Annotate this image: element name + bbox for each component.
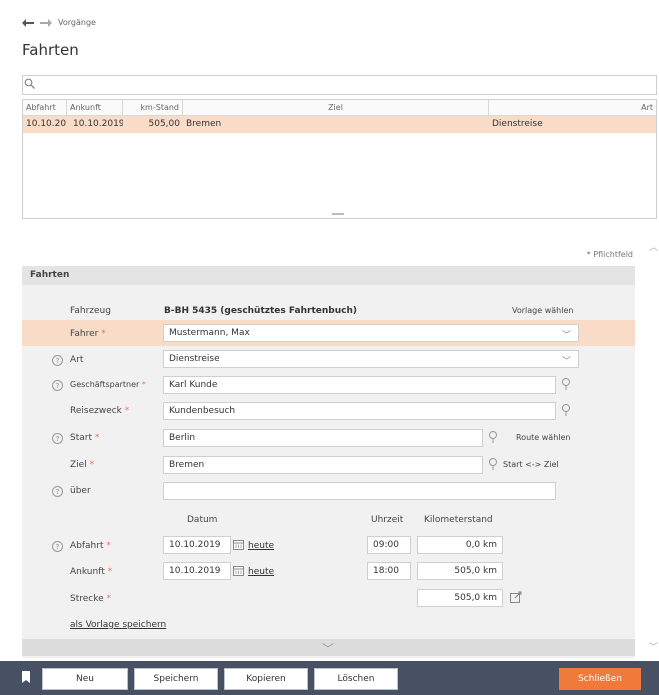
column-header-km-stand[interactable]: km-Stand — [123, 100, 183, 115]
help-icon[interactable]: ? — [52, 380, 63, 391]
uhrzeit-header: Uhrzeit — [371, 515, 404, 525]
vorlage-waehlen-link[interactable]: Vorlage wählen — [512, 306, 573, 315]
forward-arrow-icon[interactable] — [40, 18, 52, 27]
datum-header: Datum — [187, 515, 218, 525]
pin-icon[interactable] — [488, 430, 498, 447]
trips-table: Abfahrt Ankunft km-Stand Ziel Art 10.10.… — [22, 99, 657, 219]
reisezweck-label: Reisezweck * — [70, 406, 130, 416]
art-label: Art — [70, 355, 84, 365]
geschaeftspartner-input[interactable]: Karl Kunde — [163, 376, 556, 394]
cell-abfahrt: 10.10.2019 — [26, 119, 67, 129]
scroll-up-icon[interactable]: ︿ — [649, 240, 658, 253]
ueber-input[interactable] — [163, 482, 556, 500]
ankunft-heute-link[interactable]: heute — [248, 567, 274, 577]
table-row[interactable]: 10.10.2019 10.10.2019 505,00 Bremen Dien… — [23, 116, 656, 133]
help-icon[interactable]: ? — [52, 486, 63, 497]
fahrer-select[interactable]: Mustermann, Max — [163, 324, 579, 342]
resize-grip[interactable] — [332, 213, 344, 215]
column-header-art[interactable]: Art — [489, 100, 656, 115]
calendar-icon[interactable] — [233, 539, 244, 553]
cell-ziel: Bremen — [186, 119, 222, 129]
search-icon[interactable] — [24, 78, 35, 92]
chevron-down-icon[interactable]: ﹀ — [322, 640, 334, 657]
ankunft-date-input[interactable]: 10.10.2019 — [163, 562, 231, 580]
required-legend: * Pflichtfeld — [586, 250, 633, 259]
table-header: Abfahrt Ankunft km-Stand Ziel Art — [23, 100, 656, 116]
copy-button[interactable]: Kopieren — [224, 668, 308, 690]
form-panel-header — [22, 266, 635, 285]
fahrzeug-value: B-BH 5435 (geschütztes Fahrtenbuch) — [164, 306, 357, 316]
fahrer-label: Fahrer * — [70, 329, 106, 339]
route-waehlen-link[interactable]: Route wählen — [516, 433, 571, 442]
geschaeftspartner-label: Geschäftspartner * — [70, 380, 146, 389]
column-header-ankunft[interactable]: Ankunft — [67, 100, 123, 115]
ziel-input[interactable]: Bremen — [163, 456, 483, 474]
fahrzeug-label: Fahrzeug — [70, 306, 111, 316]
new-button[interactable]: Neu — [42, 668, 128, 690]
cell-km-stand: 505,00 — [148, 119, 181, 129]
bookmark-icon[interactable] — [22, 671, 30, 686]
help-icon[interactable]: ? — [52, 433, 63, 444]
abfahrt-heute-link[interactable]: heute — [248, 541, 274, 551]
kilometerstand-header: Kilometerstand — [424, 515, 493, 525]
abfahrt-km-input[interactable]: 0,0 km — [417, 536, 503, 554]
abfahrt-date-input[interactable]: 10.10.2019 — [163, 536, 231, 554]
cell-art: Dienstreise — [492, 119, 543, 129]
ankunft-label: Ankunft * — [70, 567, 113, 577]
chevron-down-icon[interactable]: ﹀ — [562, 354, 571, 367]
start-label: Start * — [70, 433, 100, 443]
pin-icon[interactable] — [488, 457, 498, 474]
swap-start-ziel-link[interactable]: Start <-> Ziel — [503, 460, 559, 469]
column-header-abfahrt[interactable]: Abfahrt — [23, 100, 67, 115]
scroll-down-icon[interactable]: ﹀ — [649, 640, 658, 653]
breadcrumb[interactable]: Vorgänge — [58, 18, 96, 27]
column-header-ziel[interactable]: Ziel — [183, 100, 489, 115]
strecke-label: Strecke * — [70, 594, 112, 604]
nav-bar: Vorgänge — [22, 18, 96, 27]
strecke-km-input[interactable]: 505,0 km — [417, 589, 503, 607]
art-select[interactable]: Dienstreise — [163, 350, 579, 368]
save-as-template-link[interactable]: als Vorlage speichern — [70, 620, 166, 630]
search-input[interactable] — [22, 75, 657, 95]
form-panel-title: Fahrten — [30, 270, 70, 280]
edit-icon[interactable] — [510, 591, 522, 606]
ankunft-time-input[interactable]: 18:00 — [367, 562, 411, 580]
close-button[interactable]: Schließen — [559, 668, 641, 690]
reisezweck-input[interactable]: Kundenbesuch — [163, 402, 556, 420]
help-icon[interactable]: ? — [52, 541, 63, 552]
page-title: Fahrten — [22, 41, 79, 59]
abfahrt-time-input[interactable]: 09:00 — [367, 536, 411, 554]
back-arrow-icon[interactable] — [22, 18, 34, 27]
abfahrt-label: Abfahrt * — [70, 541, 111, 551]
help-icon[interactable]: ? — [52, 355, 63, 366]
cell-ankunft: 10.10.2019 — [73, 119, 123, 129]
delete-button[interactable]: Löschen — [314, 668, 398, 690]
ankunft-km-input[interactable]: 505,0 km — [417, 562, 503, 580]
pin-icon[interactable] — [561, 377, 571, 394]
calendar-icon[interactable] — [233, 565, 244, 579]
pin-icon[interactable] — [561, 403, 571, 420]
start-input[interactable]: Berlin — [163, 429, 483, 447]
chevron-down-icon[interactable]: ﹀ — [562, 328, 571, 341]
ziel-label: Ziel * — [70, 460, 95, 470]
save-button[interactable]: Speichern — [134, 668, 218, 690]
ueber-label: über — [70, 486, 91, 496]
